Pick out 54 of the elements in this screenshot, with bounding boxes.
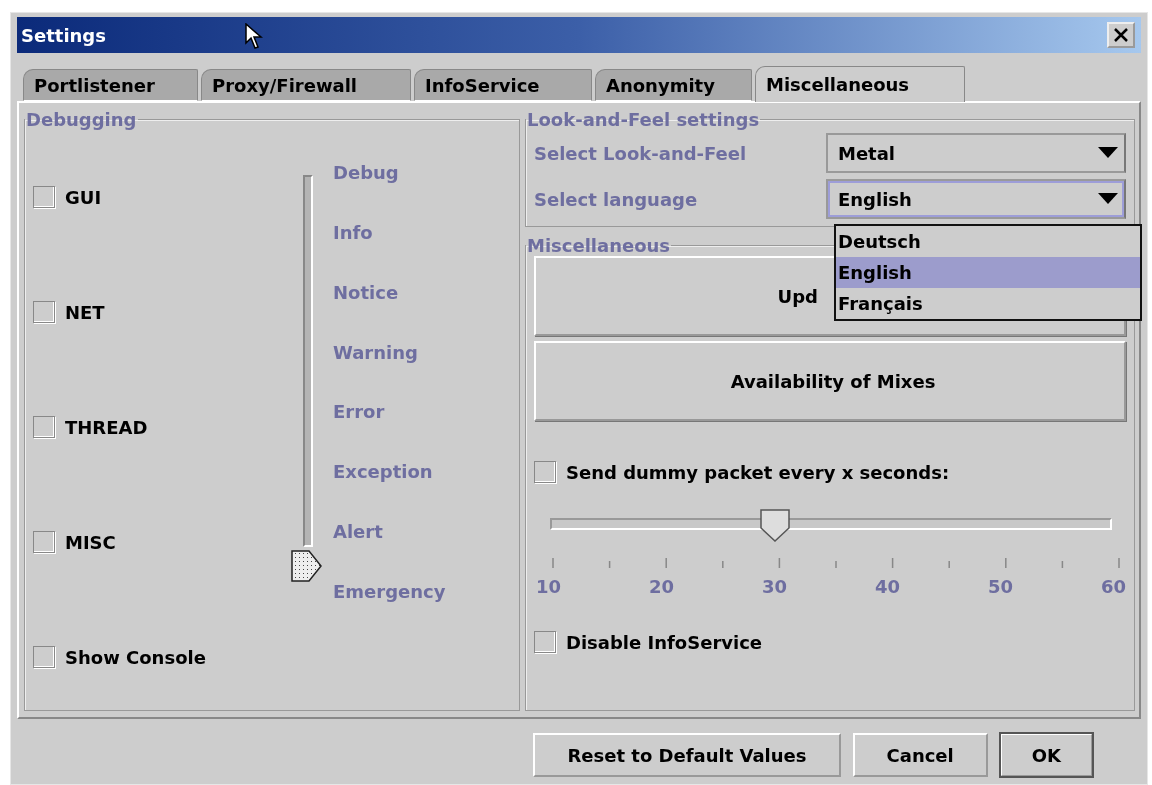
- dialog-button[interactable]: OK: [999, 733, 1093, 777]
- tab[interactable]: Anonymity: [595, 69, 752, 101]
- tab[interactable]: Miscellaneous: [755, 66, 965, 102]
- slider-thumb[interactable]: [760, 508, 791, 542]
- checkbox[interactable]: [33, 301, 55, 323]
- caret-icon: [1098, 193, 1118, 205]
- caret-icon: [1098, 147, 1118, 159]
- checkbox-label: Show Console: [65, 646, 206, 668]
- checkbox-label: Send dummy packet every x seconds:: [566, 461, 950, 483]
- dropdown-option[interactable]: English: [836, 257, 1140, 288]
- close-button[interactable]: [1107, 22, 1135, 48]
- checkbox-label: NET: [65, 301, 105, 323]
- group-title: Miscellaneous: [526, 235, 672, 256]
- field-label: Select Look-and-Feel: [534, 142, 747, 164]
- field-label: Select language: [534, 188, 698, 210]
- checkbox[interactable]: [534, 461, 556, 483]
- checkbox[interactable]: [33, 186, 55, 208]
- level-label: Error: [333, 401, 386, 423]
- checkbox-label: MISC: [65, 531, 116, 553]
- checkbox[interactable]: [33, 531, 55, 553]
- group-title: Debugging: [25, 109, 138, 130]
- checkbox-label: THREAD: [65, 416, 148, 438]
- tick-label: 30: [761, 576, 788, 597]
- dropdown[interactable]: Metal: [826, 133, 1126, 173]
- slider-thumb[interactable]: [291, 549, 323, 583]
- tab[interactable]: Proxy/Firewall: [201, 69, 411, 101]
- checkbox[interactable]: [33, 646, 55, 668]
- checkbox-label: GUI: [65, 186, 102, 208]
- level-label: Debug: [333, 162, 400, 183]
- level-label: Warning: [333, 341, 419, 363]
- level-label: Alert: [333, 521, 384, 543]
- group-title: Look-and-Feel settings: [526, 109, 761, 130]
- wide-button[interactable]: Availability of Mixes: [534, 341, 1126, 421]
- dialog-button[interactable]: Reset to Default Values: [533, 733, 841, 777]
- level-label: Info: [333, 221, 374, 243]
- level-label: Notice: [333, 281, 400, 303]
- tick-label: 40: [874, 576, 900, 597]
- checkbox[interactable]: [534, 631, 556, 653]
- tick-label: 50: [987, 576, 1013, 597]
- dropdown[interactable]: English: [826, 179, 1126, 219]
- dialog-button[interactable]: Cancel: [852, 733, 988, 777]
- dropdown-option[interactable]: Deutsch: [836, 226, 1140, 257]
- mouse-cursor-icon: [245, 23, 263, 51]
- checkbox[interactable]: [33, 416, 55, 438]
- level-label: Exception: [333, 461, 434, 483]
- window-title: Settings: [21, 24, 106, 46]
- checkbox-label: Disable InfoService: [566, 631, 763, 653]
- tick-label: 60: [1100, 576, 1126, 597]
- tab[interactable]: InfoService: [414, 69, 592, 101]
- tick-label: 10: [536, 576, 562, 597]
- close-icon: [1113, 27, 1129, 43]
- tick-label: 20: [649, 576, 675, 597]
- level-label: Emergency: [333, 580, 446, 602]
- tab[interactable]: Portlistener: [23, 69, 198, 101]
